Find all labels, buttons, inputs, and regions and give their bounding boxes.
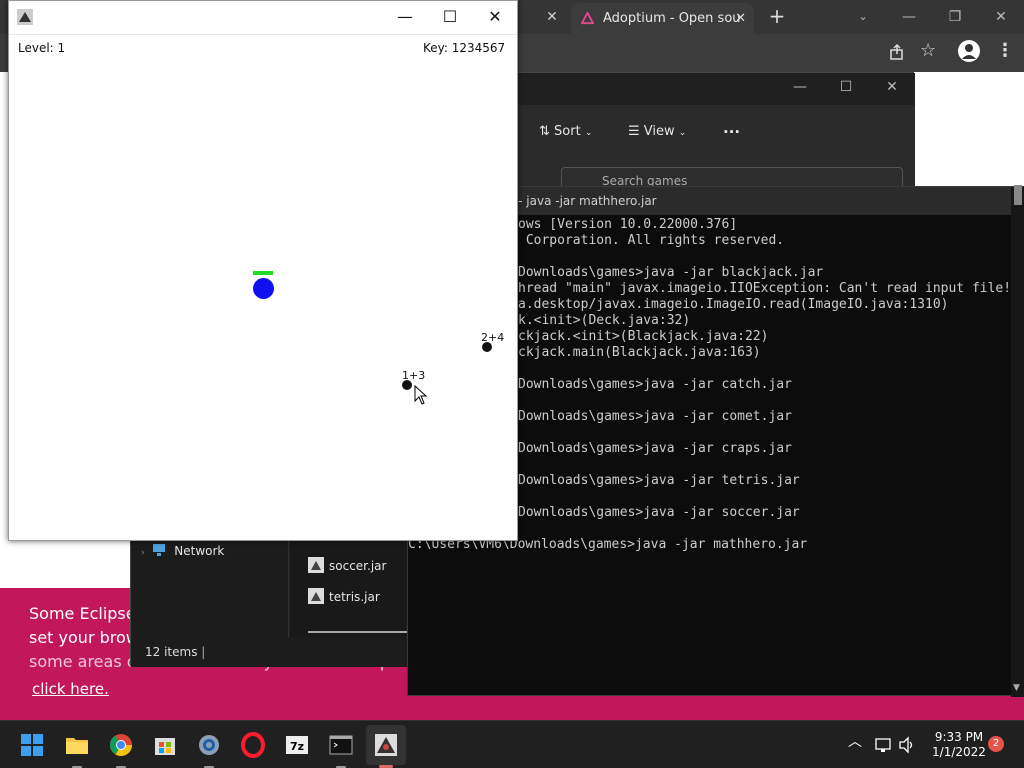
list-item[interactable]: soccer.jar <box>308 557 386 573</box>
banner-text-1: Some Eclipse <box>29 604 136 623</box>
close-tab-icon[interactable]: ✕ <box>735 3 746 34</box>
java-app-icon <box>17 9 33 25</box>
scroll-down-icon[interactable]: ▼ <box>1013 683 1020 693</box>
file-name: soccer.jar <box>329 559 387 573</box>
clock-time: 9:33 PM <box>934 730 984 744</box>
more-options-button[interactable]: ··· <box>723 121 740 143</box>
mouse-cursor-icon <box>414 385 428 405</box>
cmd-scrollbar[interactable]: ▼ <box>1011 185 1024 697</box>
chevron-right-icon: › <box>141 548 145 558</box>
clock-date: 1/1/2022 <box>932 745 986 759</box>
game-window: — ☐ ✕ Level: 1 Key: 1234567 2+4 1+3 <box>8 0 518 541</box>
level-display: Level: 1 <box>18 41 66 55</box>
clock[interactable]: 9:33 PM 1/1/2022 <box>926 730 992 760</box>
nav-item-label: Network <box>174 544 225 558</box>
list-item[interactable]: tetris.jar <box>308 588 380 604</box>
file-name: tetris.jar <box>329 590 380 604</box>
maximize-icon[interactable]: ☐ <box>427 1 473 33</box>
horizontal-scrollbar[interactable] <box>308 631 408 633</box>
key-display: Key: 1234567 <box>423 41 506 55</box>
minimize-icon[interactable]: — <box>777 73 823 101</box>
share-icon[interactable] <box>888 43 906 61</box>
tab-search-icon[interactable]: ⌄ <box>840 0 886 34</box>
view-label: View <box>643 124 675 139</box>
banner-link[interactable]: click here. <box>32 680 109 698</box>
chrome-icon[interactable] <box>105 729 137 768</box>
volume-icon[interactable] <box>898 736 916 754</box>
target-dot[interactable] <box>482 342 492 352</box>
store-icon[interactable] <box>149 729 181 761</box>
notification-badge[interactable]: 2 <box>988 736 1004 752</box>
restore-icon[interactable]: ❐ <box>932 0 978 34</box>
terminal-icon[interactable] <box>325 729 357 768</box>
player-ball <box>253 278 274 299</box>
start-icon[interactable] <box>16 729 48 761</box>
sort-label: Sort <box>554 124 581 139</box>
network-tray-icon[interactable] <box>874 737 892 753</box>
sort-button[interactable]: ⇅ Sort ⌄ <box>539 121 592 143</box>
minimize-icon[interactable]: — <box>886 0 932 34</box>
svg-text:7z: 7z <box>290 740 304 753</box>
sort-icon: ⇅ <box>539 124 550 139</box>
opera-icon[interactable] <box>237 729 269 761</box>
scrollbar-thumb[interactable] <box>1014 185 1022 205</box>
close-icon[interactable]: ✕ <box>978 0 1024 34</box>
settings-gear-icon[interactable] <box>193 729 225 768</box>
player-health-bar <box>253 271 273 275</box>
item-count: 12 items <box>145 645 198 659</box>
game-titlebar: — ☐ ✕ <box>9 1 517 33</box>
java-file-icon <box>308 588 324 604</box>
view-list-icon: ☰ <box>628 124 640 139</box>
target-dot[interactable] <box>402 380 412 390</box>
view-button[interactable]: ☰ View ⌄ <box>628 121 686 143</box>
network-icon <box>153 544 166 556</box>
new-tab-button[interactable]: + <box>766 0 788 34</box>
minimize-icon[interactable]: — <box>382 1 428 33</box>
profile-avatar-icon[interactable] <box>958 40 980 62</box>
browser-tab-title: Adoptium - Open sou <box>603 11 741 26</box>
java-taskbar-icon[interactable] <box>366 725 406 768</box>
chevron-up-icon[interactable]: ︿ <box>846 735 864 750</box>
browser-tab-adoptium[interactable]: Adoptium - Open sou ✕ <box>571 3 754 34</box>
close-icon[interactable]: ✕ <box>869 73 915 101</box>
close-tab-icon[interactable]: ✕ <box>541 0 563 34</box>
7zip-icon[interactable]: 7z <box>281 729 313 761</box>
taskbar: 7z ︿ 9:33 PM 1/1/2022 <box>0 720 1024 768</box>
maximize-icon[interactable]: ☐ <box>823 73 869 101</box>
bookmark-star-icon[interactable]: ☆ <box>920 40 936 61</box>
browser-menu-icon[interactable]: ⋮ <box>996 40 1014 61</box>
chevron-down-icon: ⌄ <box>584 128 593 138</box>
chevron-down-icon: ⌄ <box>678 128 687 138</box>
game-canvas[interactable]: Level: 1 Key: 1234567 2+4 1+3 <box>9 34 517 540</box>
java-file-icon <box>308 557 324 573</box>
nav-item-network[interactable]: › Network <box>141 543 224 558</box>
close-icon[interactable]: ✕ <box>472 1 518 33</box>
adoptium-logo-icon <box>581 12 594 25</box>
file-explorer-icon[interactable] <box>61 729 93 768</box>
